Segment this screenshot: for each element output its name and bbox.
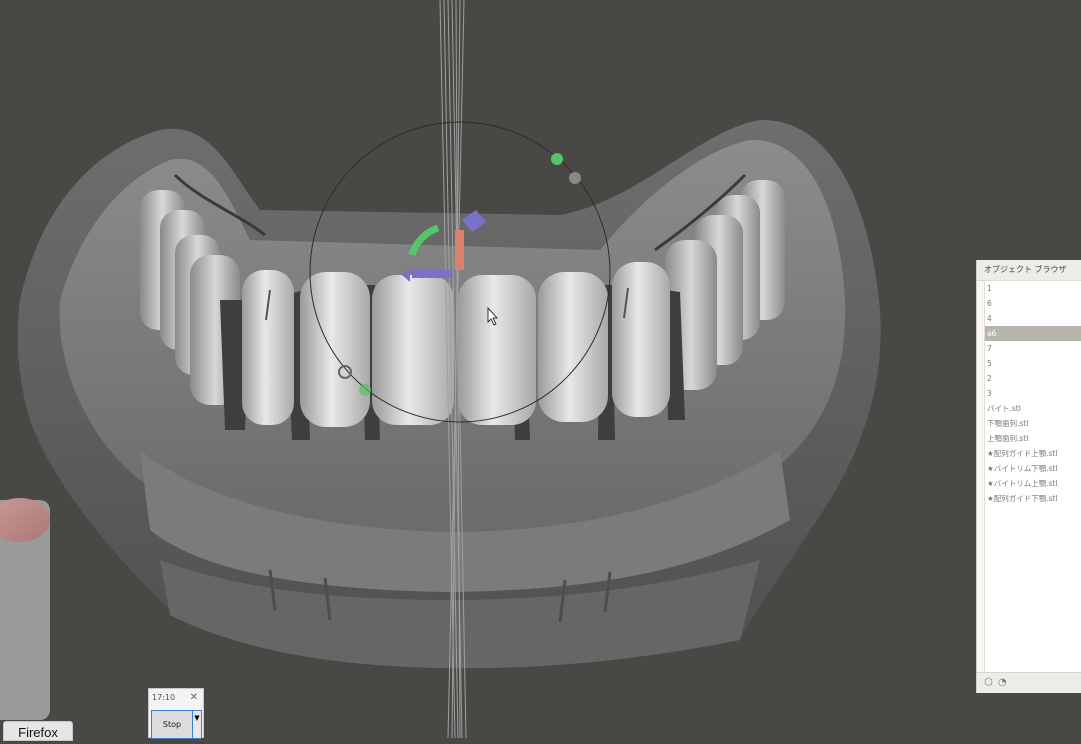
object-item[interactable]: 下顎歯列.stl — [985, 416, 1081, 431]
firefox-taskbar-button[interactable]: Firefox — [3, 721, 73, 741]
side-object — [0, 498, 50, 720]
recorder-widget: 17:10 ✕ Stop ▼ — [148, 688, 204, 739]
object-item[interactable]: 7 — [985, 341, 1081, 356]
object-item[interactable]: 上顎歯列.stl — [985, 431, 1081, 446]
object-browser-footer: ⬡ ◔ — [977, 672, 1081, 693]
object-item[interactable]: 2 — [985, 371, 1081, 386]
chevron-down-icon[interactable]: ▼ — [193, 710, 202, 739]
object-item[interactable]: 1 — [985, 281, 1081, 296]
object-item[interactable]: ★バイトリム下顎.stl — [985, 461, 1081, 476]
dental-scene[interactable] — [0, 0, 1081, 738]
object-item-selected[interactable]: a6 — [985, 326, 1081, 341]
object-item[interactable]: 4 — [985, 311, 1081, 326]
object-item[interactable]: 3 — [985, 386, 1081, 401]
object-list[interactable]: 1 6 4 a6 7 5 2 3 バイト.stl 下顎歯列.stl 上顎歯列.s… — [984, 280, 1081, 673]
object-item[interactable]: ★バイトリム上顎.stl — [985, 476, 1081, 491]
stop-button[interactable]: Stop — [151, 710, 193, 739]
3d-viewport[interactable] — [0, 0, 1081, 738]
object-item[interactable]: 6 — [985, 296, 1081, 311]
clock-icon[interactable]: ◔ — [998, 677, 1007, 689]
object-browser-panel: オブジェクト ブラウザ 1 6 4 a6 7 5 2 3 バイト.stl 下顎歯… — [976, 260, 1081, 693]
cube-icon[interactable]: ⬡ — [984, 677, 993, 689]
object-browser-title: オブジェクト ブラウザ — [977, 260, 1081, 281]
object-item[interactable]: ★配列ガイド下顎.stl — [985, 491, 1081, 506]
object-item[interactable]: バイト.stl — [985, 401, 1081, 416]
object-item[interactable]: 5 — [985, 356, 1081, 371]
object-item[interactable]: ★配列ガイド上顎.stl — [985, 446, 1081, 461]
close-icon[interactable]: ✕ — [190, 691, 198, 705]
